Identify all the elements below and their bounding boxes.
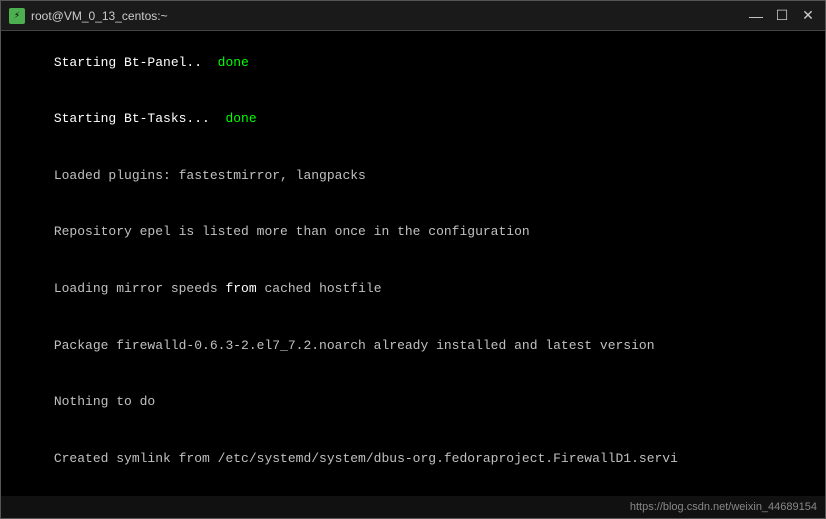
statusbar-url: https://blog.csdn.net/weixin_44689154: [630, 501, 817, 513]
titlebar: ⚡ root@VM_0_13_centos:~ — ☐ ✕: [1, 1, 825, 31]
statusbar: https://blog.csdn.net/weixin_44689154: [1, 496, 825, 518]
maximize-button[interactable]: ☐: [773, 7, 791, 25]
line-7: Nothing to do: [7, 374, 819, 431]
close-button[interactable]: ✕: [799, 7, 817, 25]
text-starting-bt-panel: Starting Bt-Panel..: [54, 55, 218, 70]
text-done-1: done: [218, 55, 249, 70]
window-title: root@VM_0_13_centos:~: [31, 9, 168, 23]
line-8: Created symlink from /etc/systemd/system…: [7, 431, 819, 488]
text-done-2: done: [225, 111, 256, 126]
line-4: Repository epel is listed more than once…: [7, 205, 819, 262]
text-loading-mirror: Loading mirror speeds from cached hostfi…: [54, 281, 382, 296]
text-package-firewalld: Package firewalld-0.6.3-2.el7_7.2.noarch…: [54, 338, 655, 353]
line-5: Loading mirror speeds from cached hostfi…: [7, 261, 819, 318]
terminal-icon: ⚡: [9, 8, 25, 24]
line-2: Starting Bt-Tasks... done: [7, 92, 819, 149]
terminal-output[interactable]: Starting Bt-Panel.. done Starting Bt-Tas…: [1, 31, 825, 496]
text-symlink-1: Created symlink from /etc/systemd/system…: [54, 451, 678, 466]
window-controls: — ☐ ✕: [747, 7, 817, 25]
text-nothing-to-do: Nothing to do: [54, 394, 155, 409]
terminal-window: ⚡ root@VM_0_13_centos:~ — ☐ ✕ Starting B…: [0, 0, 826, 519]
line-3: Loaded plugins: fastestmirror, langpacks: [7, 148, 819, 205]
text-repo-epel: Repository epel is listed more than once…: [54, 224, 530, 239]
text-starting-bt-tasks: Starting Bt-Tasks...: [54, 111, 226, 126]
line-9: ce to /usr/lib/systemd/system/firewalld.…: [7, 487, 819, 496]
line-6: Package firewalld-0.6.3-2.el7_7.2.noarch…: [7, 318, 819, 375]
minimize-button[interactable]: —: [747, 7, 765, 25]
line-1: Starting Bt-Panel.. done: [7, 35, 819, 92]
text-loaded-plugins: Loaded plugins: fastestmirror, langpacks: [54, 168, 366, 183]
titlebar-left: ⚡ root@VM_0_13_centos:~: [9, 8, 168, 24]
